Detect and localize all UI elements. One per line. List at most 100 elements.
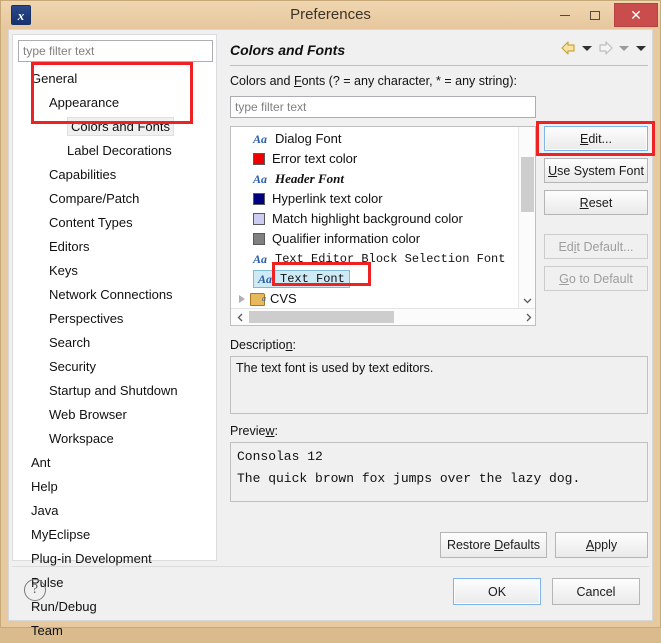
preferences-tree-pane: type filter text General Appearance Colors… (12, 34, 217, 638)
title-bar: x Preferences ✕ (1, 1, 660, 29)
sidebar-item-colors-and-fonts[interactable]: Colors and Fonts (13, 115, 218, 139)
sidebar-item-label: Startup and Shutdown (49, 383, 178, 398)
reset-button[interactable]: Reset (544, 190, 648, 215)
list-item[interactable]: Aa Dialog Font (231, 129, 519, 149)
list-item[interactable]: Aa Header Font (231, 169, 519, 189)
edit-button[interactable]: Edit... (544, 126, 648, 151)
list-horizontal-scrollbar[interactable] (231, 308, 535, 325)
view-menu-chevron-down-icon[interactable] (636, 45, 646, 51)
back-arrow-icon[interactable] (560, 40, 577, 56)
forward-arrow-icon (597, 40, 614, 56)
list-item-label: Text Editor Block Selection Font (275, 252, 506, 266)
list-item[interactable]: CVS (231, 289, 519, 309)
list-item[interactable]: Error text color (231, 149, 519, 169)
list-item[interactable]: Match highlight background color (231, 209, 519, 229)
list-item[interactable]: Aa Text Editor Block Selection Font (231, 249, 519, 269)
list-item-label: Header Font (275, 171, 344, 186)
sidebar-item-label: Perspectives (49, 311, 124, 326)
preview-label: Preview: (230, 424, 278, 438)
sidebar-item-label: Appearance (49, 95, 120, 110)
sidebar-item-search[interactable]: Search (13, 331, 218, 355)
use-system-font-button-label: Use System Font (548, 163, 644, 178)
list-horizontal-scroll-thumb[interactable] (249, 311, 394, 323)
back-menu-chevron-down-icon[interactable] (582, 45, 592, 51)
description-text: The text font is used by text editors. (236, 361, 434, 375)
go-to-default-button-label: Go to Default (559, 271, 633, 286)
sidebar-item-perspectives[interactable]: Perspectives (13, 307, 218, 331)
minimize-button[interactable] (550, 4, 580, 26)
sidebar-filter-input[interactable]: type filter text (18, 40, 213, 62)
sidebar-item-workspace[interactable]: Workspace (13, 427, 218, 451)
font-aa-icon: Aa (253, 252, 268, 266)
preview-box: Consolas 12 The quick brown fox jumps ov… (230, 442, 648, 502)
help-question-icon[interactable]: ? (24, 579, 46, 601)
sidebar-item-general[interactable]: General (13, 67, 218, 91)
list-item-label: Hyperlink text color (272, 191, 383, 206)
close-button[interactable]: ✕ (614, 3, 658, 27)
sidebar-item-ant[interactable]: Ant (13, 451, 218, 475)
sidebar-item-label: Search (49, 335, 91, 350)
sidebar-item-startup-and-shutdown[interactable]: Startup and Shutdown (13, 379, 218, 403)
sidebar-item-editors[interactable]: Editors (13, 235, 218, 259)
sidebar-item-label: Web Browser (49, 407, 127, 422)
use-system-font-button[interactable]: Use System Font (544, 158, 648, 183)
chevron-down-icon[interactable] (519, 292, 535, 309)
font-aa-icon: Aa (258, 272, 273, 286)
sidebar-item-network-connections[interactable]: Network Connections (13, 283, 218, 307)
color-swatch-icon (253, 213, 265, 225)
sidebar-item-label-decorations[interactable]: Label Decorations (13, 139, 218, 163)
color-swatch-icon (253, 233, 265, 245)
sidebar-item-label: Team (31, 623, 63, 638)
sidebar-item-java[interactable]: Java (13, 499, 218, 523)
sidebar-item-label: Capabilities (49, 167, 117, 182)
list-item[interactable]: Aa Text Font (231, 269, 519, 289)
list-item-label: CVS (270, 291, 297, 306)
folder-font-icon (250, 289, 266, 309)
go-to-default-button: Go to Default (544, 266, 648, 291)
sidebar-item-label: Label Decorations (67, 143, 172, 158)
colors-and-fonts-list-body: Aa Dialog Font Error text color Aa Header Fo… (231, 129, 519, 309)
color-swatch-icon (253, 153, 265, 165)
sidebar-item-capabilities[interactable]: Capabilities (13, 163, 218, 187)
sidebar-item-label: General (31, 71, 78, 86)
cancel-button-label: Cancel (576, 584, 616, 599)
sidebar-item-label: Ant (31, 455, 51, 470)
list-vertical-scrollbar[interactable]: chevron-up-icon (518, 127, 535, 309)
restore-defaults-button-label: Restore Defaults (446, 538, 541, 552)
list-item-label: Text Font (280, 272, 345, 286)
sidebar-item-content-types[interactable]: Content Types (13, 211, 218, 235)
sidebar-item-myeclipse[interactable]: MyEclipse (13, 523, 218, 547)
sidebar-item-security[interactable]: Security (13, 355, 218, 379)
list-item[interactable]: Qualifier information color (231, 229, 519, 249)
sidebar-item-team[interactable]: Team (13, 619, 218, 643)
sidebar-item-label: Keys (49, 263, 78, 278)
sidebar-item-appearance[interactable]: Appearance (13, 91, 218, 115)
sidebar-item-compare-patch[interactable]: Compare/Patch (13, 187, 218, 211)
reset-button-label: Reset (579, 195, 613, 210)
sidebar-item-help[interactable]: Help (13, 475, 218, 499)
page-header: Colors and Fonts (230, 38, 648, 66)
expand-triangle-icon[interactable] (239, 295, 245, 303)
sidebar-item-keys[interactable]: Keys (13, 259, 218, 283)
sidebar-item-label: Workspace (49, 431, 114, 446)
chevron-right-icon[interactable] (520, 309, 535, 325)
chevron-up-icon[interactable]: chevron-up-icon (519, 127, 535, 144)
edit-default-button: Edit Default... (544, 234, 648, 259)
preferences-tree: General Appearance Colors and Fonts Label D… (13, 67, 218, 643)
ok-button[interactable]: OK (453, 578, 541, 605)
cancel-button[interactable]: Cancel (552, 578, 640, 605)
sidebar-item-web-browser[interactable]: Web Browser (13, 403, 218, 427)
filter-label-mnemonic: F (293, 74, 302, 88)
apply-button[interactable]: Apply (555, 532, 648, 558)
chevron-left-icon[interactable] (231, 309, 248, 325)
maximize-button[interactable] (580, 4, 610, 26)
description-box: The text font is used by text editors. (230, 356, 648, 414)
colors-and-fonts-list[interactable]: Aa Dialog Font Error text color Aa Header Fo… (230, 126, 536, 326)
font-filter-input[interactable]: type filter text (230, 96, 536, 118)
sidebar-item-label: Editors (49, 239, 90, 254)
restore-defaults-button[interactable]: Restore Defaults (440, 532, 547, 558)
list-item-label: Match highlight background color (272, 211, 463, 226)
list-vertical-scroll-thumb[interactable] (521, 157, 534, 212)
sidebar-item-label: Help (31, 479, 58, 494)
list-item[interactable]: Hyperlink text color (231, 189, 519, 209)
